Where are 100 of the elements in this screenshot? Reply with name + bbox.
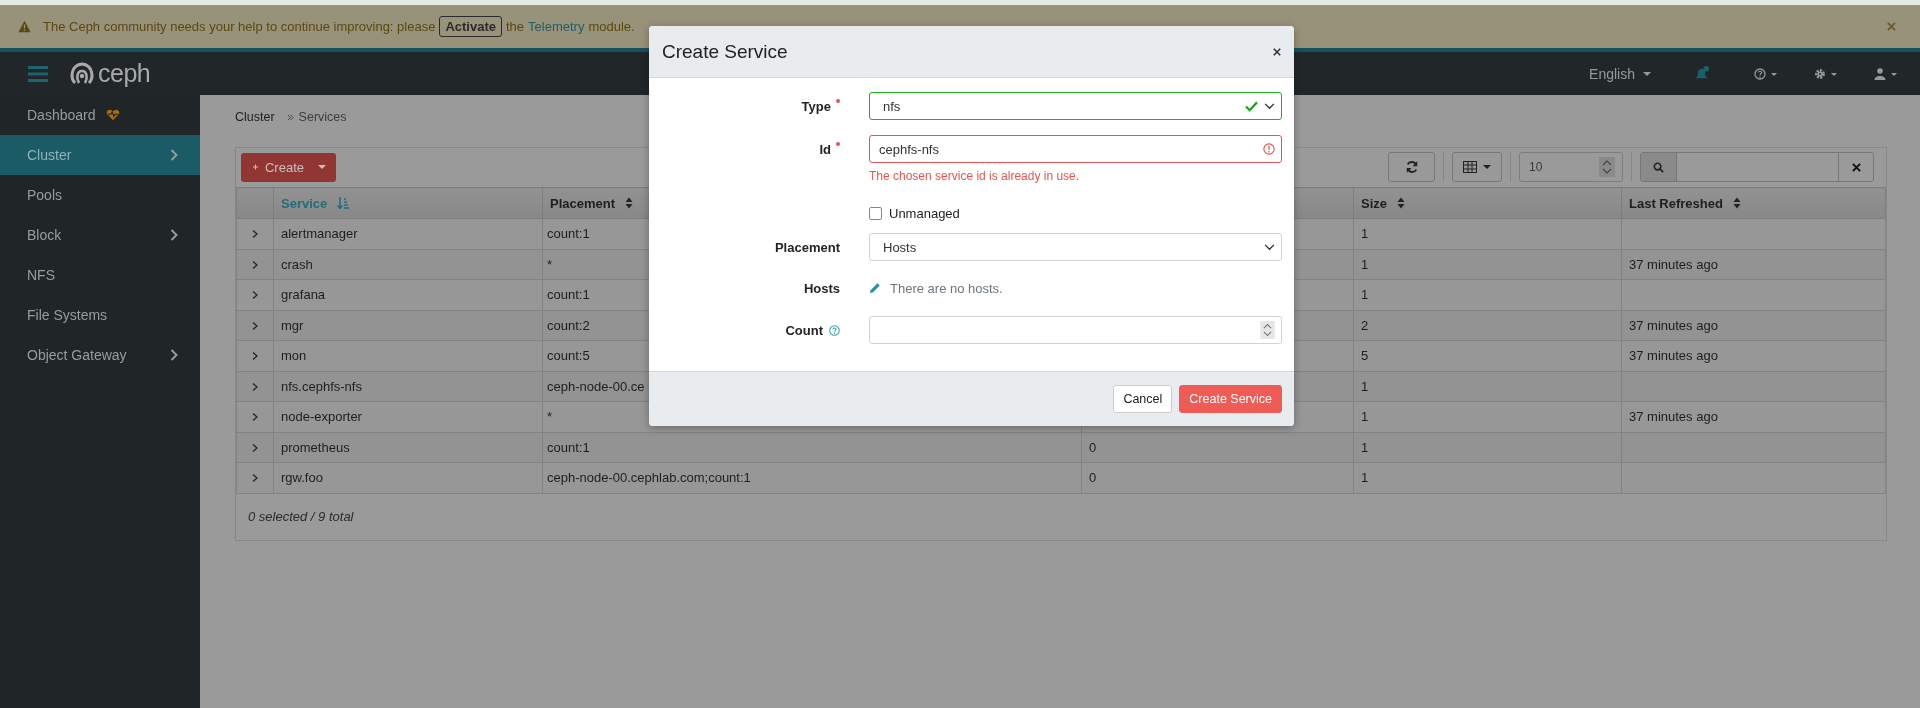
- table-cell: 1: [1361, 378, 1369, 394]
- table-cell: *: [547, 409, 553, 425]
- table-cell: 37 minutes ago: [1629, 348, 1718, 364]
- sidebar-item[interactable]: File Systems: [0, 295, 200, 335]
- table-cell: 1: [1361, 409, 1369, 425]
- refresh-icon: [1404, 160, 1419, 174]
- pencil-icon[interactable]: [869, 282, 881, 294]
- field-label: Id: [819, 141, 840, 157]
- table-cell: 37 minutes ago: [1629, 409, 1718, 425]
- table-cell: mon: [281, 348, 307, 364]
- breadcrumb-separator-icon: [286, 113, 294, 121]
- banner-text: the: [505, 19, 525, 34]
- clear-icon[interactable]: [1851, 162, 1861, 172]
- table-cell: 37 minutes ago: [1629, 317, 1718, 333]
- breadcrumb-item[interactable]: Services: [298, 110, 347, 124]
- cancel-button[interactable]: Cancel: [1113, 385, 1173, 413]
- logo-icon: [70, 60, 94, 87]
- warning-icon: [18, 20, 31, 33]
- banner-text: The Ceph community needs your help to continue improving: please: [43, 19, 436, 34]
- expand-icon[interactable]: [251, 382, 259, 391]
- activate-button[interactable]: Activate: [439, 16, 502, 37]
- table-cell: count:1: [547, 287, 590, 303]
- table-cell: *: [547, 256, 553, 272]
- heartbeat-icon: [105, 109, 120, 121]
- help-icon[interactable]: [829, 324, 840, 336]
- sort-icon: [1397, 197, 1405, 209]
- search-icon: [1653, 161, 1664, 173]
- table-cell: count:5: [547, 348, 590, 364]
- select-field[interactable]: nfs: [869, 92, 1282, 120]
- sort-icon: [1732, 197, 1741, 209]
- table-icon: [1463, 161, 1477, 173]
- sidebar-item[interactable]: Block: [0, 215, 200, 255]
- logo-text: ceph: [98, 59, 151, 88]
- table-cell: prometheus: [281, 439, 350, 455]
- selection-count: 0 selected / 9 total: [248, 509, 354, 524]
- sidebar-item[interactable]: Pools: [0, 175, 200, 215]
- user-icon[interactable]: [1874, 67, 1898, 80]
- table-cell: 1: [1361, 256, 1369, 272]
- expand-icon[interactable]: [251, 443, 259, 452]
- expand-icon[interactable]: [251, 321, 259, 330]
- chevron-down-icon: [1264, 102, 1275, 110]
- help-icon[interactable]: [1754, 67, 1778, 80]
- field-label: Hosts: [803, 280, 840, 296]
- table-cell: grafana: [281, 287, 326, 303]
- table-cell: 37 minutes ago: [1629, 256, 1718, 272]
- banner-text: module.: [588, 19, 635, 34]
- field-label: Type: [801, 98, 840, 114]
- expand-icon[interactable]: [251, 291, 259, 300]
- spinner-icon[interactable]: [1260, 321, 1275, 339]
- select-field[interactable]: Hosts: [869, 233, 1282, 261]
- table-cell: 1: [1361, 470, 1369, 486]
- error-message: The chosen service id is already in use.: [869, 169, 1081, 185]
- table-cell: rgw.foo: [281, 470, 323, 486]
- table-cell: 1: [1361, 439, 1369, 455]
- column-header[interactable]: Placement: [550, 195, 634, 211]
- table-cell: alertmanager: [281, 226, 358, 242]
- spinner-icon[interactable]: [1599, 157, 1615, 177]
- table-cell: mgr: [281, 317, 304, 333]
- expand-icon[interactable]: [251, 230, 259, 239]
- plus-icon: [253, 162, 258, 172]
- sidebar-item[interactable]: NFS: [0, 255, 200, 295]
- check-icon: [1245, 100, 1258, 112]
- table-cell: nfs.cephfs-nfs: [281, 378, 362, 394]
- language-dropdown[interactable]: English: [1583, 64, 1657, 83]
- table-cell: 1: [1361, 287, 1369, 303]
- close-icon[interactable]: [1273, 47, 1281, 56]
- error-icon: [1263, 143, 1275, 155]
- settings-icon[interactable]: [1814, 67, 1838, 80]
- breadcrumb-item[interactable]: Cluster: [235, 110, 275, 124]
- sidebar-item[interactable]: Object Gateway: [0, 335, 200, 375]
- dialog-title: Create Service: [662, 40, 788, 63]
- sidebar-item[interactable]: Dashboard: [0, 95, 200, 135]
- expand-icon[interactable]: [251, 352, 259, 361]
- table-cell: ceph-node-00.cephlab.com;count:1: [547, 470, 751, 486]
- expand-icon[interactable]: [251, 413, 259, 422]
- expand-icon[interactable]: [251, 260, 259, 269]
- checkbox-label[interactable]: Unmanaged: [889, 205, 960, 221]
- hosts-text: There are no hosts.: [890, 280, 1003, 296]
- table-cell: 0: [1089, 439, 1097, 455]
- chevron-icon: [170, 149, 178, 161]
- chevron-down-icon: [1264, 243, 1275, 251]
- columns-button[interactable]: [1452, 152, 1502, 182]
- table-cell: count:1: [547, 226, 590, 242]
- chevron-icon: [170, 349, 178, 361]
- search-field[interactable]: [1640, 152, 1874, 182]
- table-cell: 0: [1089, 470, 1097, 486]
- sidebar-item[interactable]: Cluster: [0, 135, 200, 175]
- submit-button[interactable]: Create Service: [1179, 385, 1282, 413]
- table-cell: count:2: [547, 317, 590, 333]
- refresh-button[interactable]: [1388, 152, 1435, 182]
- chevron-icon: [170, 229, 178, 241]
- input-field[interactable]: [869, 316, 1282, 344]
- table-cell: 5: [1361, 348, 1369, 364]
- column-header[interactable]: Size: [1361, 195, 1405, 211]
- page-size-field[interactable]: 10: [1519, 152, 1623, 182]
- table-cell: crash: [281, 256, 313, 272]
- create-button[interactable]: Create: [241, 152, 336, 182]
- expand-icon[interactable]: [251, 474, 259, 483]
- checkbox[interactable]: [869, 206, 882, 220]
- input-field[interactable]: cephfs-nfs: [869, 135, 1282, 163]
